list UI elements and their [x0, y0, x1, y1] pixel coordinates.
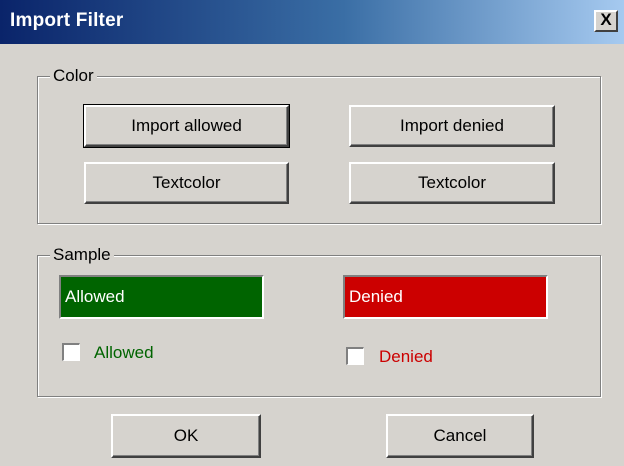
textcolor-denied-button[interactable]: Textcolor	[349, 162, 555, 204]
denied-checkbox-label[interactable]: Denied	[379, 347, 433, 367]
textcolor-allowed-button[interactable]: Textcolor	[84, 162, 289, 204]
cancel-label: Cancel	[433, 426, 487, 445]
textcolor-allowed-label: Textcolor	[152, 173, 221, 192]
allowed-checkbox[interactable]	[62, 343, 80, 361]
ok-label: OK	[173, 426, 199, 445]
import-denied-button[interactable]: Import denied	[349, 105, 555, 147]
import-allowed-button[interactable]: Import allowed	[83, 104, 290, 148]
import-allowed-label: Import allowed	[131, 116, 242, 135]
close-button[interactable]: X	[594, 10, 618, 32]
ok-button[interactable]: OK	[111, 414, 261, 458]
cancel-button[interactable]: Cancel	[386, 414, 534, 458]
denied-sample-box: Denied	[343, 275, 548, 319]
denied-sample-text: Denied	[349, 287, 403, 306]
textcolor-denied-label: Textcolor	[417, 173, 487, 192]
allowed-sample-box: Allowed	[59, 275, 264, 319]
import-denied-label: Import denied	[400, 116, 504, 135]
close-icon: X	[600, 10, 612, 29]
import-filter-dialog: Import Filter X Color Import allowed Imp…	[0, 0, 624, 466]
allowed-sample-text: Allowed	[65, 287, 125, 306]
window-title: Import Filter	[10, 10, 124, 31]
sample-group-label: Sample	[50, 245, 114, 265]
allowed-checkbox-label[interactable]: Allowed	[94, 343, 154, 363]
denied-checkbox[interactable]	[346, 347, 364, 365]
color-group-label: Color	[50, 66, 97, 86]
title-bar[interactable]: Import Filter X	[0, 0, 624, 44]
